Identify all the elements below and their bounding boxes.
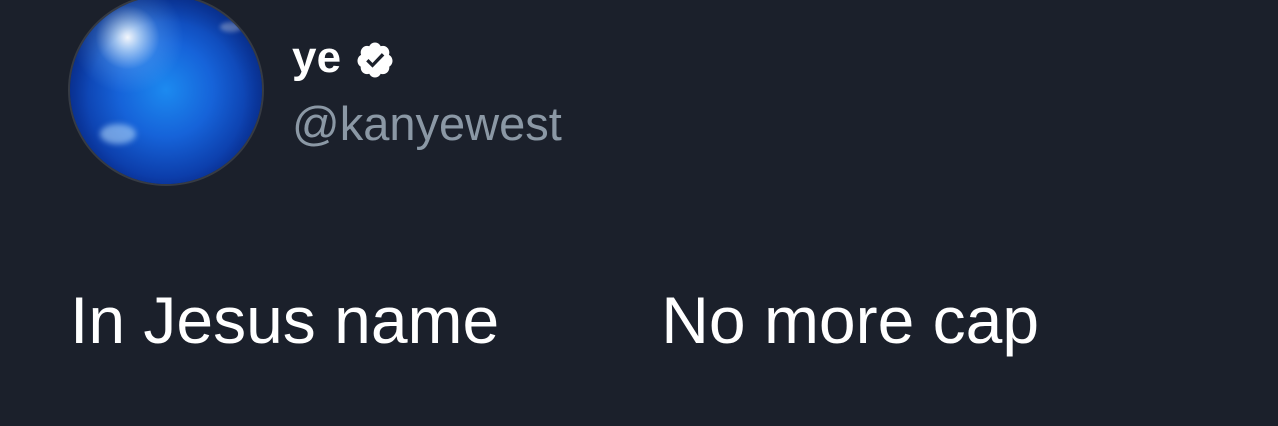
tweet-text-part-1: In Jesus name xyxy=(70,283,500,357)
author-name-row[interactable]: ye xyxy=(292,30,395,86)
author-handle[interactable]: @kanyewest xyxy=(292,96,562,152)
tweet-text: In Jesus name No more cap xyxy=(70,282,1039,358)
verified-badge-icon xyxy=(355,40,395,80)
avatar[interactable] xyxy=(70,0,262,184)
tweet: ye @kanyewest In Jesus name No more cap xyxy=(0,0,1278,426)
tweet-text-part-2: No more cap xyxy=(661,283,1040,357)
author-display-name[interactable]: ye xyxy=(292,36,341,80)
avatar-glare xyxy=(220,22,242,32)
